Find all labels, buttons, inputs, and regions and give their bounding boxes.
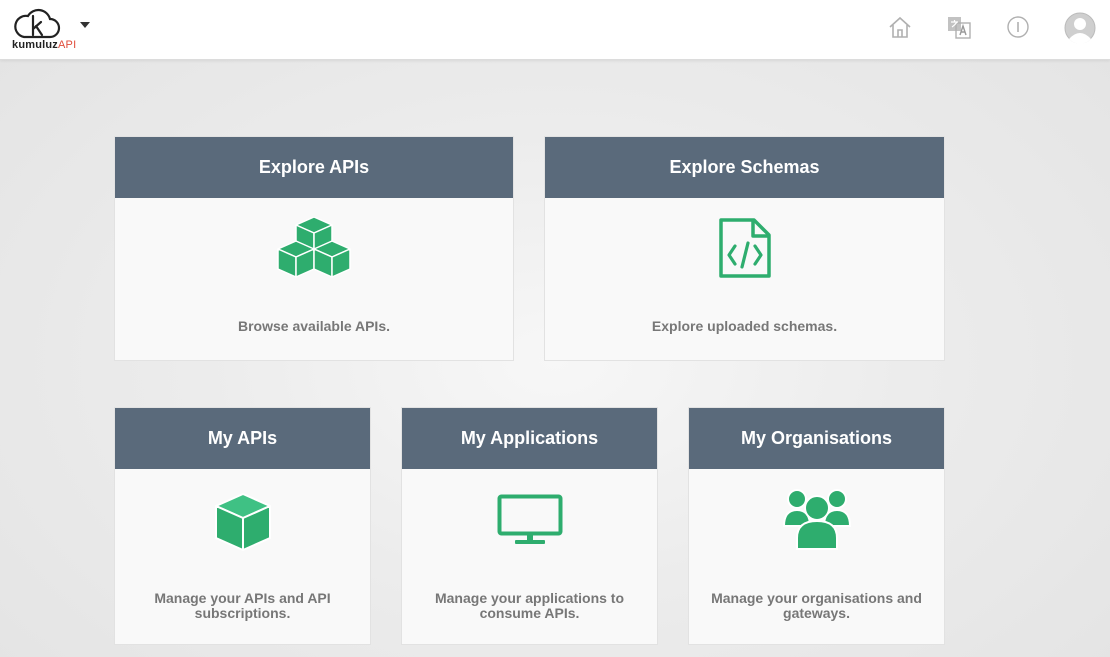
explore-apis-card[interactable]: Explore APIs Browse available APIs. (114, 136, 514, 361)
card-title: My APIs (115, 408, 370, 469)
brand-name: kumuluz (12, 39, 59, 51)
user-avatar-icon[interactable] (1064, 12, 1096, 44)
cube-icon (214, 493, 271, 551)
brand-logo[interactable]: kumuluzAPI (10, 6, 110, 54)
my-organisations-card[interactable]: My Organisations Manage your organisatio… (688, 407, 945, 645)
my-applications-card[interactable]: My Applications Manage your applications… (401, 407, 658, 645)
monitor-icon (497, 494, 562, 544)
card-title: Explore APIs (115, 137, 513, 198)
card-description: Manage your organisations and gateways. (711, 590, 922, 621)
card-title: Explore Schemas (545, 137, 944, 198)
brand-wordmark: kumuluzAPI (12, 39, 76, 51)
card-title: My Organisations (689, 408, 944, 469)
card-description: Manage your APIs and API subscriptions. (154, 590, 331, 621)
code-file-icon (718, 218, 771, 278)
card-description: Browse available APIs. (238, 318, 390, 334)
card-title: My Applications (402, 408, 657, 469)
cloud-logo-icon (14, 8, 61, 39)
translate-icon[interactable] (946, 14, 972, 40)
info-icon[interactable] (1005, 14, 1031, 40)
my-apis-card[interactable]: My APIs Manage your APIs and API subscri… (114, 407, 371, 645)
card-description: Manage your applications to consume APIs… (434, 590, 625, 621)
explore-schemas-card[interactable]: Explore Schemas Explore uploaded schemas… (544, 136, 945, 361)
card-description: Explore uploaded schemas. (651, 318, 838, 334)
home-icon[interactable] (887, 14, 913, 40)
brand-suffix: API (58, 39, 77, 51)
chevron-down-icon[interactable] (80, 22, 90, 28)
top-navbar: kumuluzAPI (0, 0, 1110, 60)
cubes-icon (277, 217, 351, 278)
users-icon (782, 489, 851, 550)
